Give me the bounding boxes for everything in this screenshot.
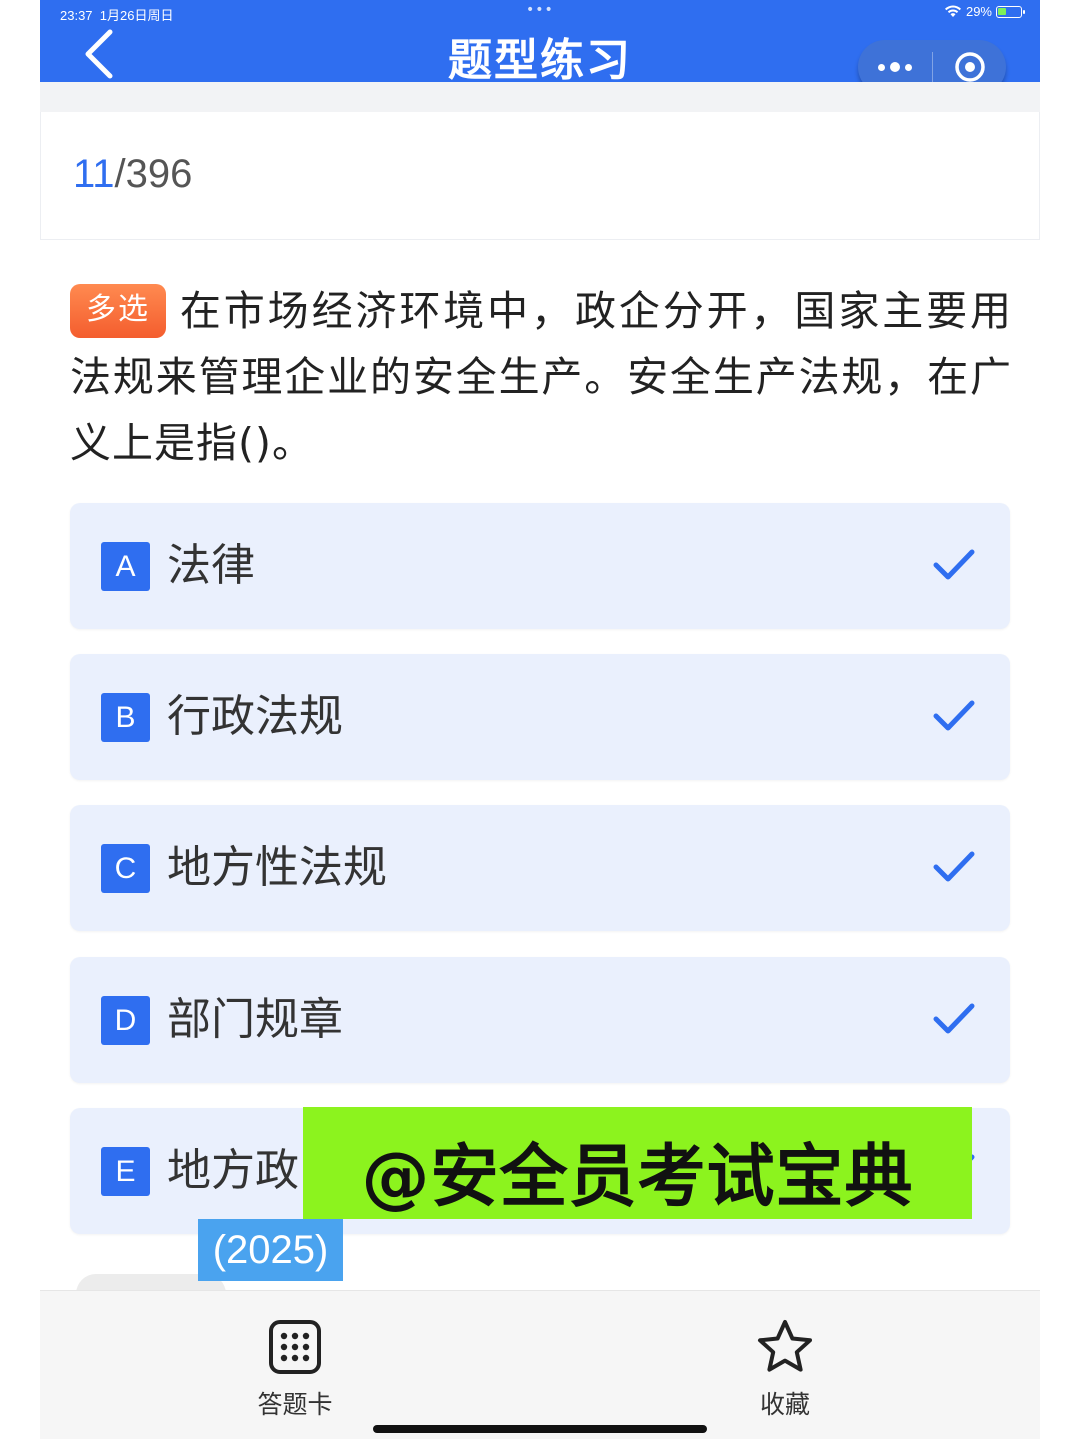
favorite-button[interactable]: 收藏 [725, 1317, 845, 1421]
check-icon [933, 851, 975, 882]
question-text-block: 多选 在市场经济环境中，政企分开，国家主要用法规来管理企业的安全生产。安全生产法规… [70, 278, 1012, 476]
watermark-banner: @安全员考试宝典 [303, 1107, 972, 1219]
watermark-text: @安全员考试宝典 [361, 1138, 914, 1217]
answer-card-label: 答题卡 [257, 1390, 333, 1419]
option-letter: C [101, 844, 150, 893]
battery-percent: 29% [965, 4, 992, 19]
check-icon [933, 1003, 975, 1034]
wifi-icon [944, 5, 961, 17]
target-icon [954, 52, 985, 82]
option-letter: B [101, 693, 150, 742]
status-right: 29% [944, 4, 1025, 19]
home-indicator [373, 1425, 707, 1433]
bottom-toolbar: 答题卡 收藏 [40, 1290, 1040, 1439]
header-spacer [40, 82, 1040, 112]
question-type-badge: 多选 [70, 284, 166, 338]
more-dots-icon [878, 63, 885, 71]
option-b[interactable]: B 行政法规 [70, 654, 1010, 780]
question-progress: 11/396 [73, 152, 193, 196]
option-text: 法律 [167, 540, 255, 591]
grid-card-icon [269, 1320, 321, 1374]
star-icon [758, 1320, 812, 1372]
progress-panel: 11/396 [40, 112, 1040, 240]
option-letter: E [101, 1147, 150, 1196]
check-icon [933, 700, 975, 731]
answer-card-button[interactable]: 答题卡 [235, 1317, 355, 1421]
status-time: 23:37 1月26日周日 [60, 8, 174, 23]
status-dots-icon: ••• [526, 2, 554, 18]
check-icon [933, 549, 975, 580]
option-text: 地方性法规 [167, 842, 387, 893]
battery-icon [996, 5, 1025, 18]
option-d[interactable]: D 部门规章 [70, 957, 1010, 1083]
option-text: 地方政 [167, 1145, 299, 1196]
option-letter: A [101, 542, 150, 591]
question-text: 在市场经济环境中，政企分开，国家主要用法规来管理企业的安全生产。安全生产法规，在… [70, 287, 1012, 467]
option-text: 行政法规 [167, 691, 343, 742]
option-letter: D [101, 996, 150, 1045]
watermark-year: (2025) [198, 1219, 343, 1281]
option-a[interactable]: A 法律 [70, 503, 1010, 629]
option-text: 部门规章 [167, 994, 343, 1045]
option-c[interactable]: C 地方性法规 [70, 805, 1010, 931]
favorite-label: 收藏 [759, 1390, 810, 1419]
app-frame: 23:37 1月26日周日 ••• 29% 题型练习 11/396 多选 在市场经… [40, 0, 1040, 1439]
